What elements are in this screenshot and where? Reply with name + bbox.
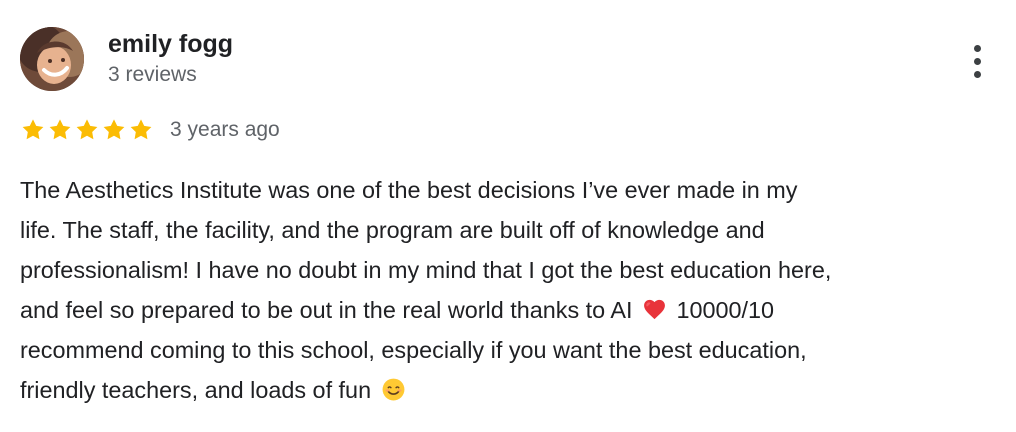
review-text-line: professionalism! I have no doubt in my m… bbox=[20, 257, 832, 283]
review-text-segment: and feel so prepared to be out in the re… bbox=[20, 297, 633, 323]
star-icon bbox=[130, 119, 152, 140]
reviewer-avatar[interactable] bbox=[20, 27, 84, 91]
review-text-line: The Aesthetics Institute was one of the … bbox=[20, 177, 798, 203]
review-text-segment: 10000/10 bbox=[676, 297, 775, 323]
review-text: The Aesthetics Institute was one of the … bbox=[20, 170, 1000, 410]
star-icon bbox=[103, 119, 125, 140]
review-text-line: recommend coming to this school, especia… bbox=[20, 337, 807, 363]
star-icon bbox=[22, 119, 44, 140]
star-rating bbox=[20, 117, 154, 143]
more-options-button[interactable] bbox=[962, 40, 992, 82]
heart-emoji bbox=[642, 297, 667, 322]
star-icon bbox=[49, 119, 71, 140]
more-vert-icon-dot bbox=[973, 57, 981, 65]
more-vert-icon bbox=[973, 44, 981, 52]
reviewer-review-count[interactable]: 3 reviews bbox=[108, 61, 197, 89]
reviewer-name[interactable]: emily fogg bbox=[108, 28, 233, 60]
review-text-line-with-smile: friendly teachers, and loads of fun bbox=[20, 370, 1000, 410]
review-card: emily fogg 3 reviews 3 years ago The Aes… bbox=[0, 0, 1016, 432]
star-icon bbox=[76, 119, 98, 140]
more-vert-icon-dot bbox=[973, 70, 981, 78]
review-date: 3 years ago bbox=[170, 118, 280, 141]
smiling-face-emoji bbox=[381, 377, 406, 402]
review-text-line: life. The staff, the facility, and the p… bbox=[20, 217, 765, 243]
review-text-segment: friendly teachers, and loads of fun bbox=[20, 377, 372, 403]
rating-row: 3 years ago bbox=[20, 113, 280, 147]
review-text-line-with-heart: and feel so prepared to be out in the re… bbox=[20, 290, 1000, 330]
